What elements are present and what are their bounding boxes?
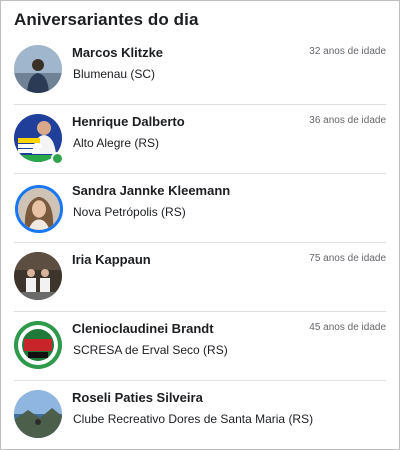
avatar[interactable] — [14, 321, 62, 369]
person-photo-icon — [18, 188, 60, 230]
club-logo-icon — [14, 321, 62, 369]
person-age: 36 anos de idade — [309, 115, 386, 126]
list-item: Sandra Jannke Kleemann Nova Petrópolis (… — [14, 174, 386, 243]
person-location: Nova Petrópolis (RS) — [73, 205, 186, 219]
person-location: Alto Alegre (RS) — [73, 136, 160, 150]
person-name[interactable]: Marcos Klitzke — [72, 45, 163, 60]
person-age: 75 anos de idade — [309, 253, 386, 264]
person-age: 45 anos de idade — [309, 322, 386, 333]
avatar[interactable] — [14, 252, 62, 300]
person-location: Blumenau (SC) — [73, 67, 156, 81]
person-location: SCRESA de Erval Seco (RS) — [73, 343, 228, 357]
person-location: Clube Recreativo Dores de Santa Maria (R… — [73, 412, 314, 426]
person-age: 32 anos de idade — [309, 46, 386, 57]
birthday-list: Marcos Klitzke Blumenau (SC) 32 anos de … — [1, 36, 399, 449]
avatar[interactable] — [14, 45, 62, 93]
person-name[interactable]: Roseli Paties Silveira — [72, 390, 203, 405]
landscape-photo-icon — [14, 390, 62, 438]
avatar[interactable] — [14, 390, 62, 438]
list-item: Clenioclaudinei Brandt SCRESA de Erval S… — [14, 312, 386, 381]
birthdays-card: Aniversariantes do dia Marcos Klitzke Bl… — [0, 0, 400, 450]
person-name[interactable]: Clenioclaudinei Brandt — [72, 321, 214, 336]
list-item: Marcos Klitzke Blumenau (SC) 32 anos de … — [14, 36, 386, 105]
person-photo-icon — [14, 45, 62, 93]
card-title: Aniversariantes do dia — [14, 10, 199, 29]
avatar-with-story-ring[interactable] — [15, 185, 63, 233]
person-name[interactable]: Henrique Dalberto — [72, 114, 185, 129]
list-item: Henrique Dalberto Alto Alegre (RS) 36 an… — [14, 105, 386, 174]
group-photo-icon — [14, 252, 62, 300]
list-item: Roseli Paties Silveira Clube Recreativo … — [14, 381, 386, 449]
list-item: Iria Kappaun 75 anos de idade — [14, 243, 386, 312]
person-name[interactable]: Iria Kappaun — [72, 252, 151, 267]
person-name[interactable]: Sandra Jannke Kleemann — [72, 183, 230, 198]
online-status-indicator — [51, 152, 64, 165]
